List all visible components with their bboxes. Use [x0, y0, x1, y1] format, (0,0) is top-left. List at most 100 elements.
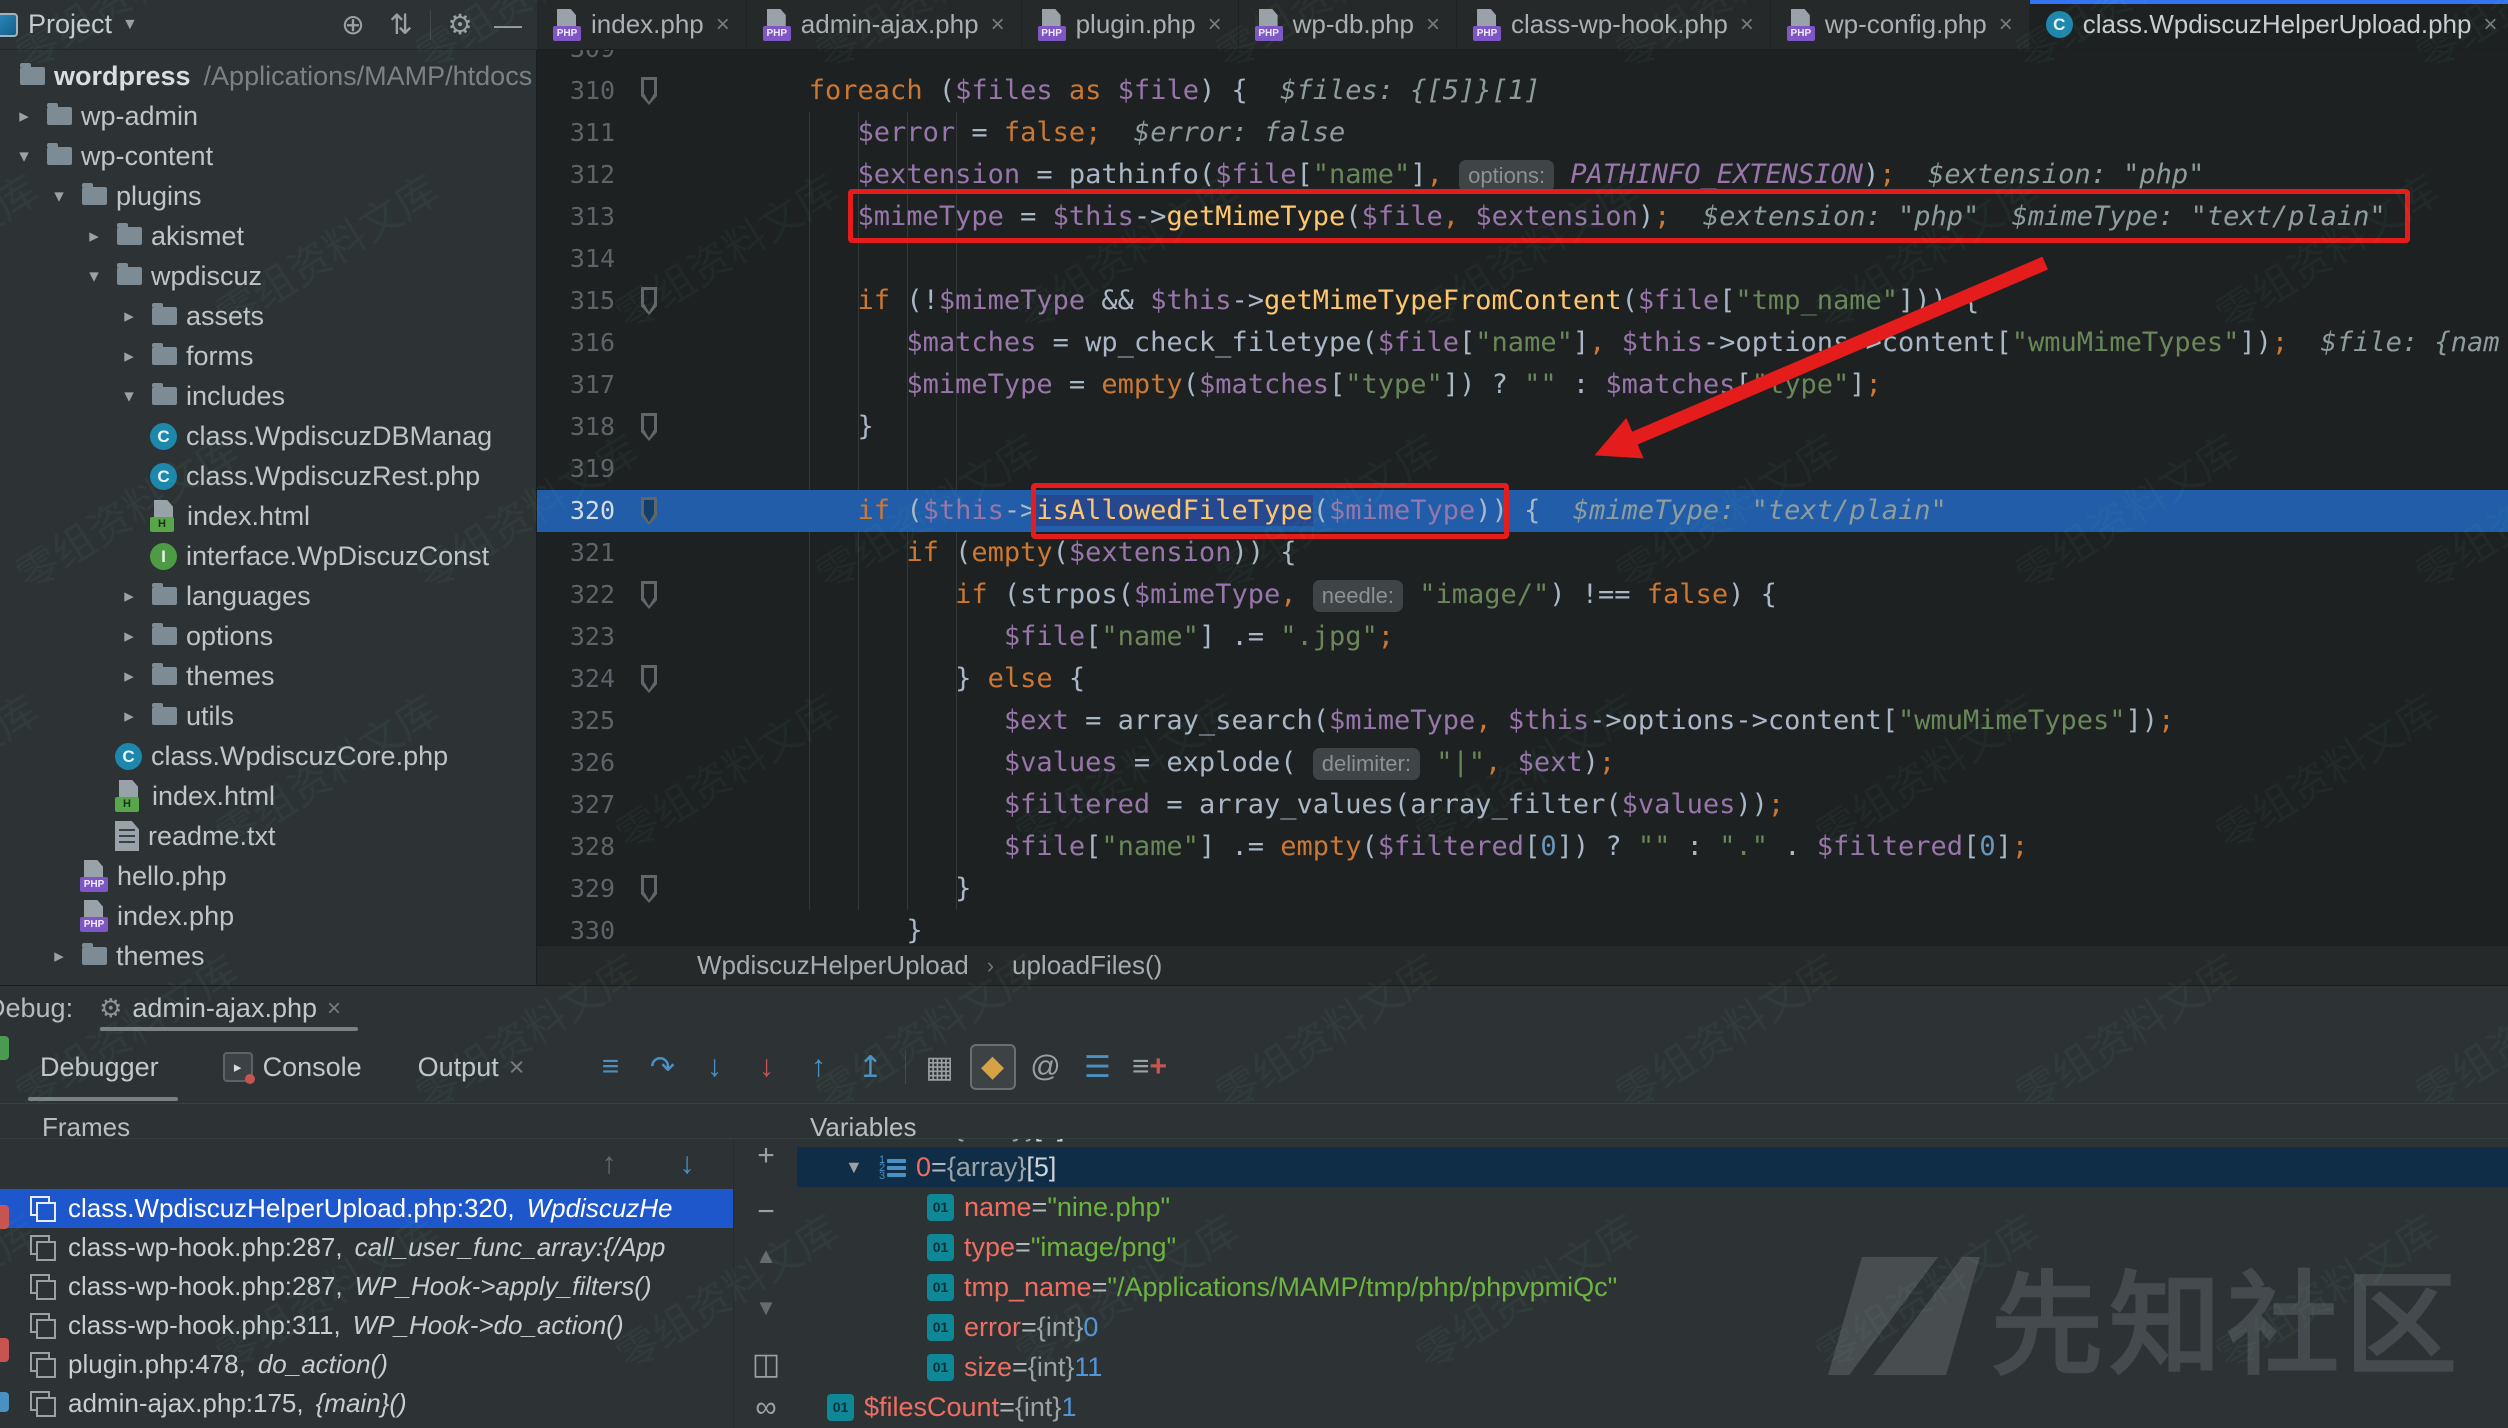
force-step-into-icon[interactable]: ↓: [741, 1050, 793, 1084]
gutter-marker[interactable]: [641, 413, 657, 441]
tab-wp-config.php[interactable]: PHPwp-config.php×: [1771, 0, 2030, 49]
step-out-icon[interactable]: ↑: [793, 1050, 845, 1084]
tree-item-class.WpdiscuzDBManag[interactable]: Cclass.WpdiscuzDBManag: [0, 416, 536, 456]
tree-item-index.html[interactable]: Hindex.html: [0, 776, 536, 816]
tree-item-options[interactable]: ▸options: [0, 616, 536, 656]
line-number[interactable]: 327: [537, 784, 615, 826]
variable-row-size[interactable]: 01size = {int} 11: [797, 1347, 2508, 1387]
line-number[interactable]: 320: [537, 490, 615, 532]
chevron-right-icon[interactable]: ▸: [115, 625, 143, 648]
hide-panel-icon[interactable]: —: [489, 9, 527, 41]
tree-item-class.WpdiscuzRest.php[interactable]: Cclass.WpdiscuzRest.php: [0, 456, 536, 496]
chevron-down-icon[interactable]: ▾: [10, 145, 38, 168]
line-number[interactable]: 310: [537, 70, 615, 112]
tree-item-wpdiscuz[interactable]: ▾wpdiscuz: [0, 256, 536, 296]
project-panel-title[interactable]: Project: [28, 9, 112, 40]
close-icon[interactable]: ×: [716, 11, 730, 39]
gutter-marker[interactable]: [641, 77, 657, 105]
variable-row-type[interactable]: 01type = "image/png": [797, 1227, 2508, 1267]
frame-row[interactable]: plugin.php:478, do_action(): [0, 1345, 733, 1384]
frame-row[interactable]: class.WpdiscuzHelperUpload.php:320, Wpdi…: [0, 1189, 733, 1228]
breakpoints-icon[interactable]: ◆: [970, 1044, 1016, 1090]
close-icon[interactable]: ×: [991, 11, 1005, 39]
tree-item-wp-content[interactable]: ▾wp-content: [0, 136, 536, 176]
frame-row[interactable]: admin-ajax.php:175, {main}(): [0, 1384, 733, 1423]
line-number[interactable]: 317: [537, 364, 615, 406]
tree-item-hello.php[interactable]: PHPhello.php: [0, 856, 536, 896]
chevron-right-icon[interactable]: ▸: [115, 665, 143, 688]
gutter-marker[interactable]: [641, 665, 657, 693]
code-line-323[interactable]: 323 $file["name"] .= ".jpg";: [537, 616, 2508, 658]
variable-row-$files[interactable]: ▼123$files = {array} [1]: [797, 1139, 2508, 1147]
chevron-right-icon[interactable]: ▸: [10, 105, 38, 128]
code-line-320[interactable]: 320 if ($this->isAllowedFileType($mimeTy…: [537, 490, 2508, 532]
breadcrumb-class[interactable]: WpdiscuzHelperUpload: [697, 950, 969, 981]
tree-item-index.html[interactable]: Hindex.html: [0, 496, 536, 536]
chevron-right-icon[interactable]: ▸: [115, 305, 143, 328]
tree-item-forms[interactable]: ▸forms: [0, 336, 536, 376]
infinity-icon[interactable]: ∞: [734, 1391, 798, 1425]
chevron-down-icon[interactable]: ▾: [115, 385, 143, 408]
tree-item-plugins[interactable]: ▾plugins: [0, 176, 536, 216]
show-execution-point-icon[interactable]: ≡: [585, 1050, 637, 1084]
breakpoint-icon[interactable]: [0, 1338, 9, 1362]
line-number[interactable]: 312: [537, 154, 615, 196]
code-line-316[interactable]: 316 $matches = wp_check_filetype($file["…: [537, 322, 2508, 364]
code-editor[interactable]: 309310 foreach ($files as $file) { $file…: [537, 0, 2508, 985]
code-line-311[interactable]: 311 $error = false; $error: false: [537, 112, 2508, 154]
tab-wp-db.php[interactable]: PHPwp-db.php×: [1239, 0, 1457, 49]
code-line-314[interactable]: 314: [537, 238, 2508, 280]
tree-item-readme.txt[interactable]: readme.txt: [0, 816, 536, 856]
breadcrumb-method[interactable]: uploadFiles(): [1012, 950, 1162, 981]
tree-item-wp-admin[interactable]: ▸wp-admin: [0, 96, 536, 136]
code-line-310[interactable]: 310 foreach ($files as $file) { $files: …: [537, 70, 2508, 112]
frame-row[interactable]: class-wp-hook.php:311, WP_Hook->do_actio…: [0, 1306, 733, 1345]
gutter-marker[interactable]: [641, 497, 657, 525]
line-number[interactable]: 325: [537, 700, 615, 742]
line-number[interactable]: 319: [537, 448, 615, 490]
chevron-down-icon[interactable]: ▼: [122, 16, 138, 34]
tree-item-index.php[interactable]: PHPindex.php: [0, 896, 536, 936]
code-line-321[interactable]: 321 if (empty($extension)) {: [537, 532, 2508, 574]
chevron-right-icon[interactable]: ▸: [115, 345, 143, 368]
run-to-cursor-icon[interactable]: ↥: [845, 1050, 897, 1085]
tree-item-interface.WpDiscuzConst[interactable]: Iinterface.WpDiscuzConst: [0, 536, 536, 576]
code-line-326[interactable]: 326 $values = explode( delimiter: "|", $…: [537, 742, 2508, 784]
tree-item-themes[interactable]: ▸themes: [0, 656, 536, 696]
variable-row-0[interactable]: ▼1230 = {array} [5]: [797, 1147, 2508, 1187]
step-into-icon[interactable]: ↓: [689, 1050, 741, 1084]
threads-view-icon[interactable]: ☰: [1072, 1050, 1124, 1085]
frame-row[interactable]: class-wp-hook.php:287, WP_Hook->apply_fi…: [0, 1267, 733, 1306]
line-number[interactable]: 328: [537, 826, 615, 868]
tree-item-utils[interactable]: ▸utils: [0, 696, 536, 736]
gutter-marker[interactable]: [641, 875, 657, 903]
remove-icon[interactable]: −: [734, 1195, 798, 1229]
close-icon[interactable]: ×: [1426, 11, 1440, 39]
code-line-322[interactable]: 322 if (strpos($mimeType, needle: "image…: [537, 574, 2508, 616]
gutter-marker[interactable]: [641, 287, 657, 315]
tab-plugin.php[interactable]: PHPplugin.php×: [1022, 0, 1239, 49]
close-icon[interactable]: ×: [1740, 11, 1754, 39]
settings-icon[interactable]: ⚙: [441, 8, 479, 41]
tab-index.php[interactable]: PHPindex.php×: [537, 0, 747, 49]
line-number[interactable]: 329: [537, 868, 615, 910]
variable-row-error[interactable]: 01error = {int} 0: [797, 1307, 2508, 1347]
close-icon[interactable]: ×: [2483, 11, 2497, 39]
line-number[interactable]: 323: [537, 616, 615, 658]
close-icon[interactable]: ×: [1999, 11, 2013, 39]
close-icon[interactable]: ×: [509, 1052, 525, 1083]
code-line-315[interactable]: 315 if (!$mimeType && $this->getMimeType…: [537, 280, 2508, 322]
variable-row-tmp_name[interactable]: 01tmp_name = "/Applications/MAMP/tmp/php…: [797, 1267, 2508, 1307]
tab-class-wp-hook.php[interactable]: PHPclass-wp-hook.php×: [1457, 0, 1771, 49]
evaluate-expression-icon[interactable]: ▦: [914, 1050, 966, 1085]
chevron-right-icon[interactable]: ▸: [45, 945, 73, 968]
collapse-all-icon[interactable]: ⇅: [382, 8, 420, 41]
line-number[interactable]: 311: [537, 112, 615, 154]
tab-output[interactable]: Output×: [418, 1052, 525, 1083]
tab-debugger[interactable]: Debugger: [40, 1052, 159, 1083]
scroll-up-icon[interactable]: ▲: [734, 1243, 798, 1269]
code-line-313[interactable]: 313 $mimeType = $this->getMimeType($file…: [537, 196, 2508, 238]
tab-console[interactable]: ▸Console: [223, 1052, 362, 1083]
line-number[interactable]: 324: [537, 658, 615, 700]
code-line-327[interactable]: 327 $filtered = array_values(array_filte…: [537, 784, 2508, 826]
